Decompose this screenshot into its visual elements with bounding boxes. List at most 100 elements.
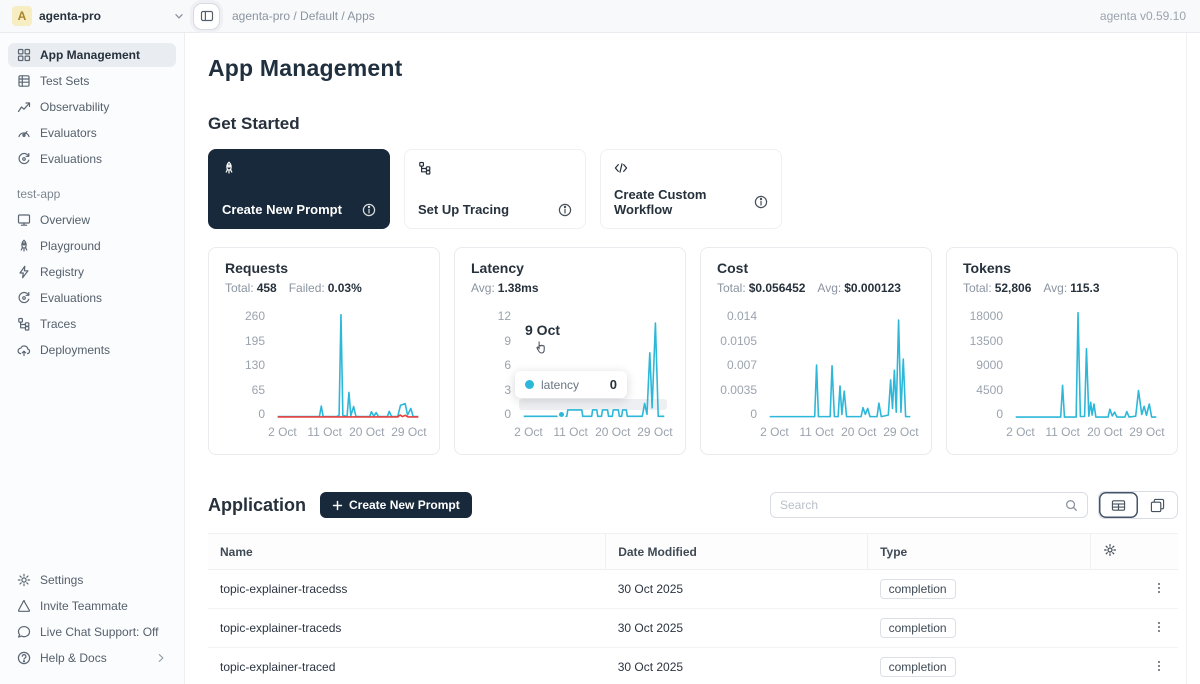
breadcrumb[interactable]: agenta-pro / Default / Apps	[232, 9, 375, 23]
metric-stat: Total:$0.056452	[717, 281, 805, 295]
x-axis-tick: 29 Oct	[883, 425, 918, 439]
table-row[interactable]: topic-explainer-traceds30 Oct 2025comple…	[208, 609, 1178, 648]
test-sets-icon	[17, 74, 31, 88]
sidebar-toggle-button[interactable]	[193, 3, 220, 30]
nav-item-label: Help & Docs	[40, 651, 107, 665]
sidebar-app-item-evaluations[interactable]: Evaluations	[8, 286, 176, 310]
scrollbar-track[interactable]	[1186, 33, 1187, 684]
sidebar-item-app-management[interactable]: App Management	[8, 43, 176, 67]
app-name-cell[interactable]: topic-explainer-traced	[208, 648, 606, 684]
panel-left-icon	[200, 9, 214, 23]
metric-stat: Failed:0.03%	[289, 281, 362, 295]
metric-chart[interactable]: 0.0140.01050.0070.00350	[717, 311, 915, 419]
search-box	[770, 492, 1088, 518]
type-cell: completion	[868, 609, 1091, 648]
get-started-card-create-new-prompt[interactable]: Create New Prompt	[208, 149, 390, 229]
metric-chart[interactable]: 260195130650	[225, 311, 423, 419]
workspace-name: agenta-pro	[39, 9, 101, 23]
application-heading: Application	[208, 495, 306, 516]
metric-card-tokens: TokensTotal:52,806Avg:115.31800013500900…	[946, 247, 1178, 455]
y-axis-tick: 9000	[976, 360, 1003, 370]
y-axis-tick: 0	[258, 409, 265, 419]
kebab-icon	[1152, 659, 1166, 673]
table-view-button[interactable]	[1099, 492, 1138, 518]
registry-icon	[17, 265, 31, 279]
sidebar-bottom-item-settings[interactable]: Settings	[8, 568, 176, 592]
metric-title: Latency	[471, 260, 669, 276]
evaluations-icon	[17, 152, 31, 166]
sidebar-bottom-item-help-docs[interactable]: Help & Docs	[8, 646, 176, 670]
chevron-down-icon	[173, 10, 185, 22]
sidebar-app-item-overview[interactable]: Overview	[8, 208, 176, 232]
mouse-cursor-icon	[534, 339, 551, 361]
app-version: agenta v0.59.10	[1100, 9, 1186, 23]
app-name-cell[interactable]: topic-explainer-traceds	[208, 609, 606, 648]
metric-card-requests: RequestsTotal:458Failed:0.03%26019513065…	[208, 247, 440, 455]
x-axis-tick: 29 Oct	[637, 425, 672, 439]
metric-card-latency: LatencyAvg:1.38ms1296302 Oct11 Oct20 Oct…	[454, 247, 686, 455]
table-row[interactable]: topic-explainer-traced30 Oct 2025complet…	[208, 648, 1178, 684]
y-axis-tick: 12	[498, 311, 511, 321]
nav-item-label: Observability	[40, 100, 109, 114]
y-axis-tick: 9	[504, 336, 511, 346]
page-title: App Management	[208, 55, 1178, 82]
search-input[interactable]	[780, 498, 1059, 512]
chart-plot[interactable]	[765, 311, 915, 419]
info-icon[interactable]	[558, 203, 572, 217]
metric-stats: Total:$0.056452Avg:$0.000123	[717, 281, 915, 295]
sidebar-item-evaluations[interactable]: Evaluations	[8, 147, 176, 171]
row-menu-button[interactable]	[1091, 648, 1178, 684]
search-icon[interactable]	[1065, 499, 1078, 512]
chart-plot[interactable]	[273, 311, 423, 419]
metric-stats: Total:52,806Avg:115.3	[963, 281, 1161, 295]
chart-plot[interactable]	[1011, 311, 1161, 419]
x-axis-tick: 11 Oct	[553, 425, 587, 439]
y-axis-tick: 0.007	[727, 360, 757, 370]
metric-card-cost: CostTotal:$0.056452Avg:$0.0001230.0140.0…	[700, 247, 932, 455]
traces-icon	[17, 317, 31, 331]
sidebar-app-item-registry[interactable]: Registry	[8, 260, 176, 284]
nav-item-label: Deployments	[40, 343, 110, 357]
x-axis-tick: 29 Oct	[1129, 425, 1164, 439]
column-settings[interactable]	[1091, 534, 1178, 570]
table-row[interactable]: topic-explainer-tracedss30 Oct 2025compl…	[208, 570, 1178, 609]
metric-stat: Avg:1.38ms	[471, 281, 539, 295]
app-name-cell[interactable]: topic-explainer-tracedss	[208, 570, 606, 609]
type-badge: completion	[880, 579, 956, 599]
metric-chart[interactable]: 129630	[471, 311, 669, 419]
column-header-type: Type	[868, 534, 1091, 570]
deployments-icon	[17, 343, 31, 357]
get-started-card-label: Set Up Tracing	[418, 202, 509, 217]
sidebar-bottom-item-invite-teammate[interactable]: Invite Teammate	[8, 594, 176, 618]
row-menu-button[interactable]	[1091, 570, 1178, 609]
get-started-card-set-up-tracing[interactable]: Set Up Tracing	[404, 149, 586, 229]
metric-chart[interactable]: 1800013500900045000	[963, 311, 1161, 419]
y-axis-tick: 0.014	[727, 311, 757, 321]
info-icon[interactable]	[362, 203, 376, 217]
kebab-icon	[1152, 620, 1166, 634]
type-cell: completion	[868, 648, 1091, 684]
overview-icon	[17, 213, 31, 227]
sidebar-item-test-sets[interactable]: Test Sets	[8, 69, 176, 93]
card-view-button[interactable]	[1138, 492, 1177, 518]
sidebar-app-item-playground[interactable]: Playground	[8, 234, 176, 258]
date-modified-cell: 30 Oct 2025	[606, 609, 868, 648]
create-new-prompt-button[interactable]: Create New Prompt	[320, 492, 472, 518]
sidebar-bottom-item-live-chat-support-off[interactable]: Live Chat Support: Off	[8, 620, 176, 644]
y-axis-tick: 3	[504, 385, 511, 395]
y-axis-tick: 65	[252, 385, 265, 395]
sidebar: App ManagementTest Sets Observability Eval…	[0, 33, 185, 684]
x-axis-tick: 20 Oct	[349, 425, 384, 439]
x-axis-tick: 2 Oct	[1006, 425, 1035, 439]
sidebar-app-item-traces[interactable]: Traces	[8, 312, 176, 336]
app-grid-icon	[17, 48, 31, 62]
metric-title: Requests	[225, 260, 423, 276]
sidebar-item-evaluators[interactable]: Evaluators	[8, 121, 176, 145]
workspace-selector[interactable]: A agenta-pro	[12, 6, 185, 26]
sidebar-app-item-deployments[interactable]: Deployments	[8, 338, 176, 362]
type-cell: completion	[868, 570, 1091, 609]
info-icon[interactable]	[754, 195, 768, 209]
sidebar-item-observability[interactable]: Observability	[8, 95, 176, 119]
get-started-card-create-custom-workflow[interactable]: Create Custom Workflow	[600, 149, 782, 229]
row-menu-button[interactable]	[1091, 609, 1178, 648]
